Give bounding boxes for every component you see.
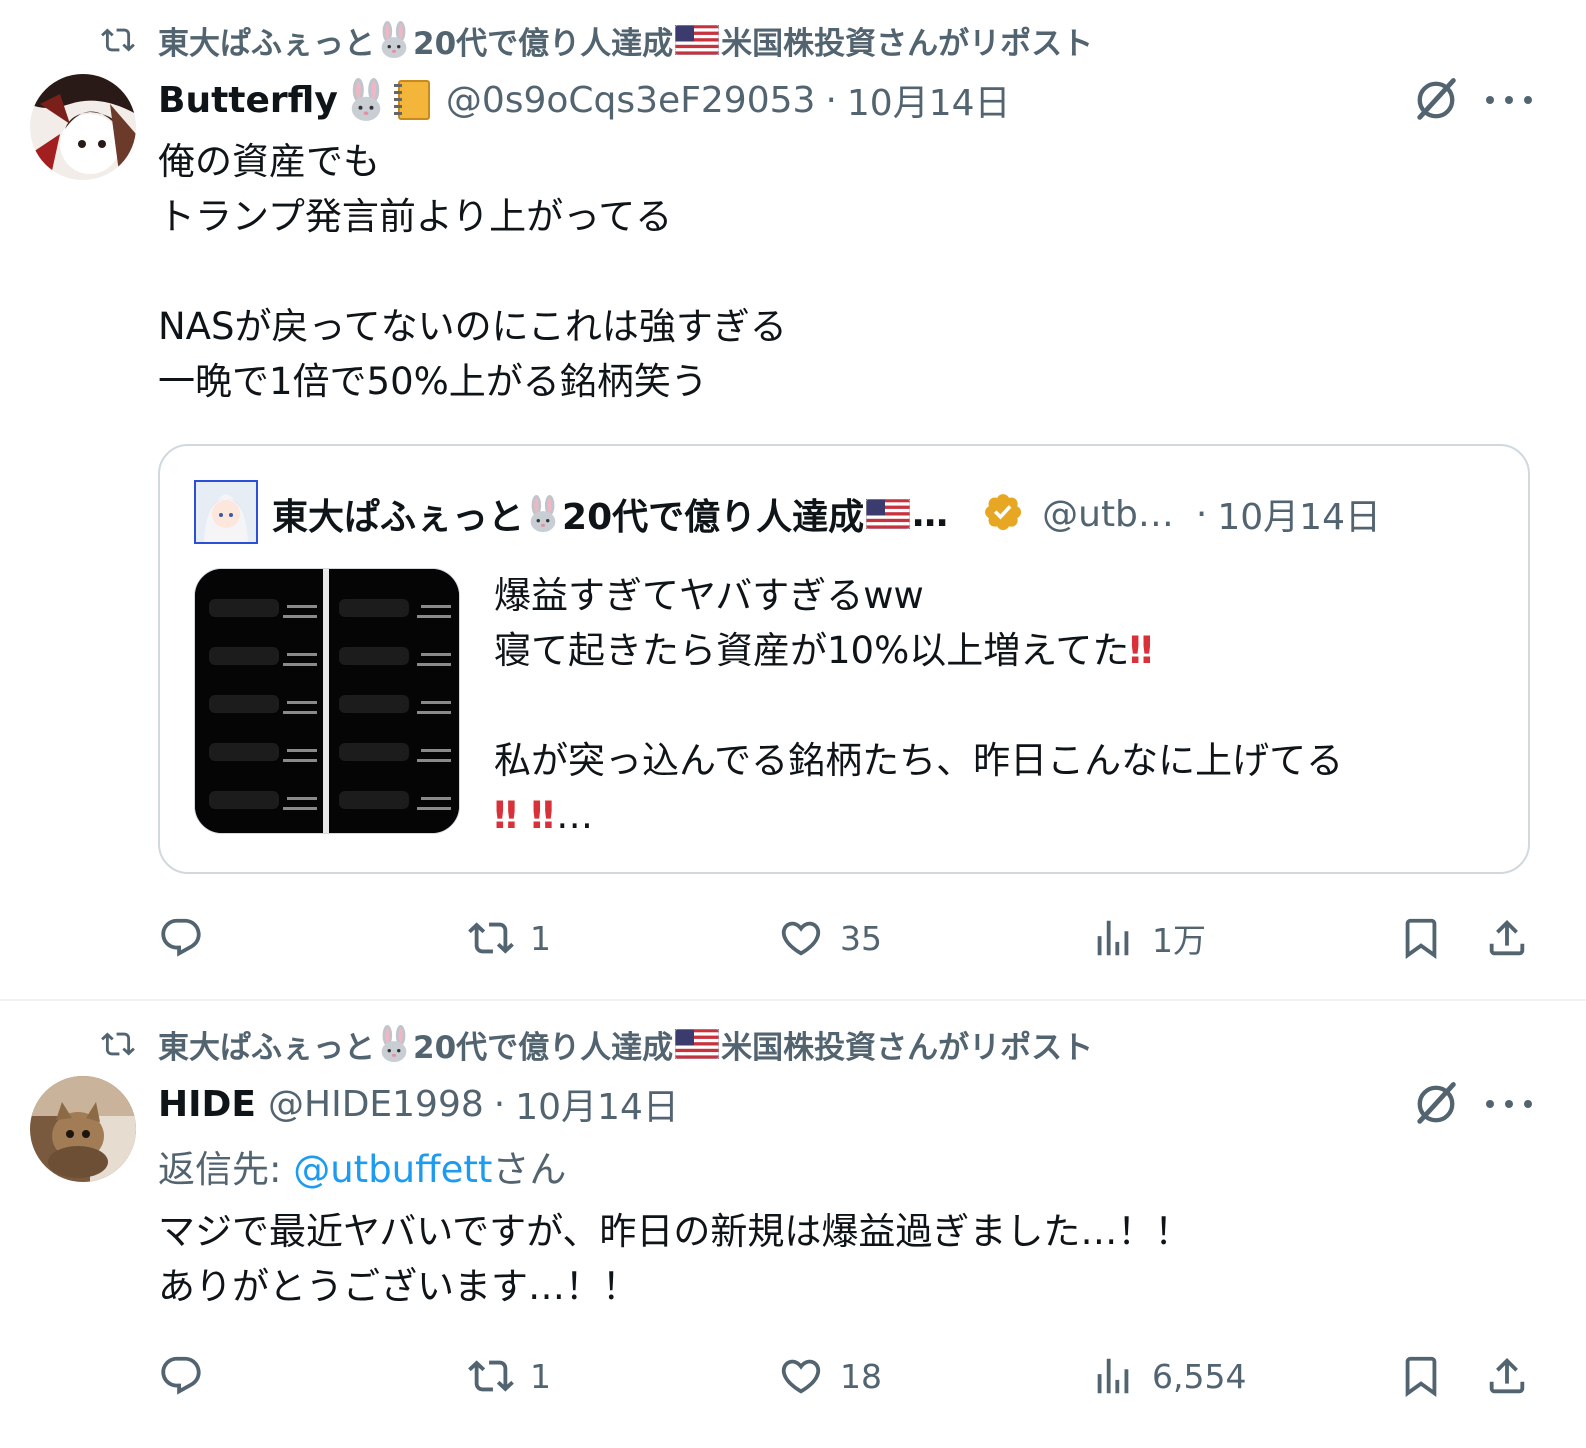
avatar-image: [30, 1076, 136, 1182]
repost-button[interactable]: 1: [468, 1346, 551, 1406]
quoted-avatar: [194, 480, 258, 544]
views-count: 1万: [1152, 921, 1206, 960]
more-icon[interactable]: [1486, 1094, 1532, 1114]
repost-count: 1: [530, 1356, 551, 1396]
quoted-author-ellipsis: …: [912, 493, 949, 535]
double-exclamation-icon: ‼: [1129, 629, 1155, 672]
double-exclamation-icon: ‼: [494, 794, 520, 837]
quoted-post[interactable]: 東大ぱふぇっと 20代で億り人達成 … @utb… · 10月14日 爆益すぎて…: [158, 444, 1530, 874]
reply-icon: [158, 1353, 204, 1399]
quoted-handle: @utb…: [1042, 493, 1174, 535]
quoted-author-part2: 20代で億り人達成: [562, 497, 865, 538]
post-butterfly[interactable]: 東大ぱふぇっと 20代で億り人達成 米国株投資さんがリポスト Butterfly…: [0, 0, 1586, 1000]
quoted-author-part1: 東大ぱふぇっと: [272, 497, 525, 538]
repost-icon: [96, 1027, 140, 1061]
repost-name-part2: 20代で億り人達成: [413, 25, 674, 62]
quoted-text-line2: 私が突っ込んでる銘柄たち、昨日こんなに上げてる: [494, 739, 1344, 782]
quoted-time: 10月14日: [1217, 497, 1381, 538]
rabbit-emoji-icon: [344, 78, 388, 122]
post-time[interactable]: 10月14日: [515, 1078, 679, 1130]
bookmark-button[interactable]: [1398, 908, 1460, 968]
like-button[interactable]: 18: [778, 1346, 882, 1406]
post-header: Butterfly @0s9oCqs3eF29053 · 10月14日: [158, 74, 1011, 126]
post-header: HIDE @HIDE1998 · 10月14日: [158, 1078, 679, 1130]
repost-count: 1: [530, 918, 551, 958]
bookmark-icon: [1398, 1353, 1444, 1399]
repost-icon: [468, 915, 514, 961]
quoted-header: 東大ぱふぇっと 20代で億り人達成 … @utb… · 10月14日: [272, 486, 1381, 542]
views-chart-icon: [1090, 915, 1136, 961]
repost-icon: [468, 1353, 514, 1399]
verified-badge-icon: [985, 494, 1022, 531]
reply-label: 返信先:: [158, 1148, 294, 1191]
avatar-image: [30, 74, 136, 180]
reply-handle-link[interactable]: @utbuffett: [293, 1148, 492, 1191]
notebook-emoji-icon: [392, 78, 432, 122]
rabbit-emoji-icon: [375, 21, 413, 59]
separator-dot: ·: [825, 79, 837, 121]
post-time[interactable]: 10月14日: [847, 74, 1011, 126]
post-body: マジで最近ヤバいですが、昨日の新規は爆益過ぎました…！！ ありがとうございます……: [158, 1210, 1192, 1308]
like-count: 18: [840, 1356, 882, 1396]
post-divider: [0, 999, 1586, 1001]
author-name[interactable]: Butterfly: [158, 80, 338, 121]
avatar[interactable]: [30, 74, 136, 180]
action-bar: 1 35 1万: [158, 908, 1538, 968]
author-name[interactable]: HIDE: [158, 1084, 256, 1125]
quoted-media-image[interactable]: [194, 568, 460, 834]
double-exclamation-icon: ‼: [530, 794, 557, 837]
repost-name-part3: 米国株投資さんがリポスト: [721, 1029, 1094, 1066]
us-flag-emoji-icon: [675, 25, 719, 55]
reply-button[interactable]: [158, 1346, 220, 1406]
repost-button[interactable]: 1: [468, 908, 551, 968]
reply-context: 返信先: @utbuffettさん: [158, 1142, 566, 1197]
us-flag-emoji-icon: [866, 499, 910, 529]
author-handle[interactable]: @0s9oCqs3eF29053: [446, 80, 816, 121]
grok-icon[interactable]: [1410, 74, 1462, 126]
rabbit-emoji-icon: [524, 495, 562, 533]
action-bar: 1 18 6,554: [158, 1346, 1538, 1406]
quoted-text-trail: …: [556, 794, 594, 837]
author-handle[interactable]: @HIDE1998: [268, 1084, 484, 1125]
reply-button[interactable]: [158, 908, 220, 968]
share-icon: [1484, 1353, 1530, 1399]
quoted-text: 爆益すぎてヤバすぎるww 寝て起きたら資産が10%以上増えてた‼ 私が突っ込んで…: [494, 568, 1343, 843]
separator-dot: ·: [493, 1083, 506, 1125]
repost-name-part1: 東大ぱふぇっと: [158, 25, 375, 62]
heart-icon: [778, 915, 824, 961]
like-button[interactable]: 35: [778, 908, 882, 968]
more-icon[interactable]: [1486, 90, 1532, 110]
repost-indicator[interactable]: 東大ぱふぇっと 20代で億り人達成 米国株投資さんがリポスト: [96, 20, 1094, 62]
us-flag-emoji-icon: [675, 1029, 719, 1059]
views-button[interactable]: 6,554: [1090, 1346, 1246, 1406]
views-button[interactable]: 1万: [1090, 908, 1206, 968]
share-button[interactable]: [1484, 1346, 1546, 1406]
repost-name-part1: 東大ぱふぇっと: [158, 1029, 375, 1066]
repost-name-part2: 20代で億り人達成: [413, 1029, 674, 1066]
bookmark-button[interactable]: [1398, 1346, 1460, 1406]
separator-dot: ·: [1195, 493, 1208, 535]
quoted-text-line: 爆益すぎてヤバすぎるww 寝て起きたら資産が10%以上増えてた: [494, 574, 1130, 672]
like-count: 35: [840, 918, 882, 958]
repost-name-part3: 米国株投資さんがリポスト: [721, 25, 1094, 62]
share-button[interactable]: [1484, 908, 1546, 968]
repost-indicator[interactable]: 東大ぱふぇっと 20代で億り人達成 米国株投資さんがリポスト: [96, 1024, 1094, 1066]
rabbit-emoji-icon: [375, 1025, 413, 1063]
repost-icon: [96, 23, 140, 57]
avatar[interactable]: [30, 1076, 136, 1182]
views-count: 6,554: [1152, 1356, 1247, 1396]
heart-icon: [778, 1353, 824, 1399]
reply-suffix: さん: [492, 1148, 567, 1191]
views-chart-icon: [1090, 1353, 1136, 1399]
post-body: 俺の資産でも トランプ発言前より上がってる NASが戻ってないのにこれは強すぎる…: [158, 140, 787, 403]
bookmark-icon: [1398, 915, 1444, 961]
reply-icon: [158, 915, 204, 961]
grok-icon[interactable]: [1410, 1078, 1462, 1130]
share-icon: [1484, 915, 1530, 961]
